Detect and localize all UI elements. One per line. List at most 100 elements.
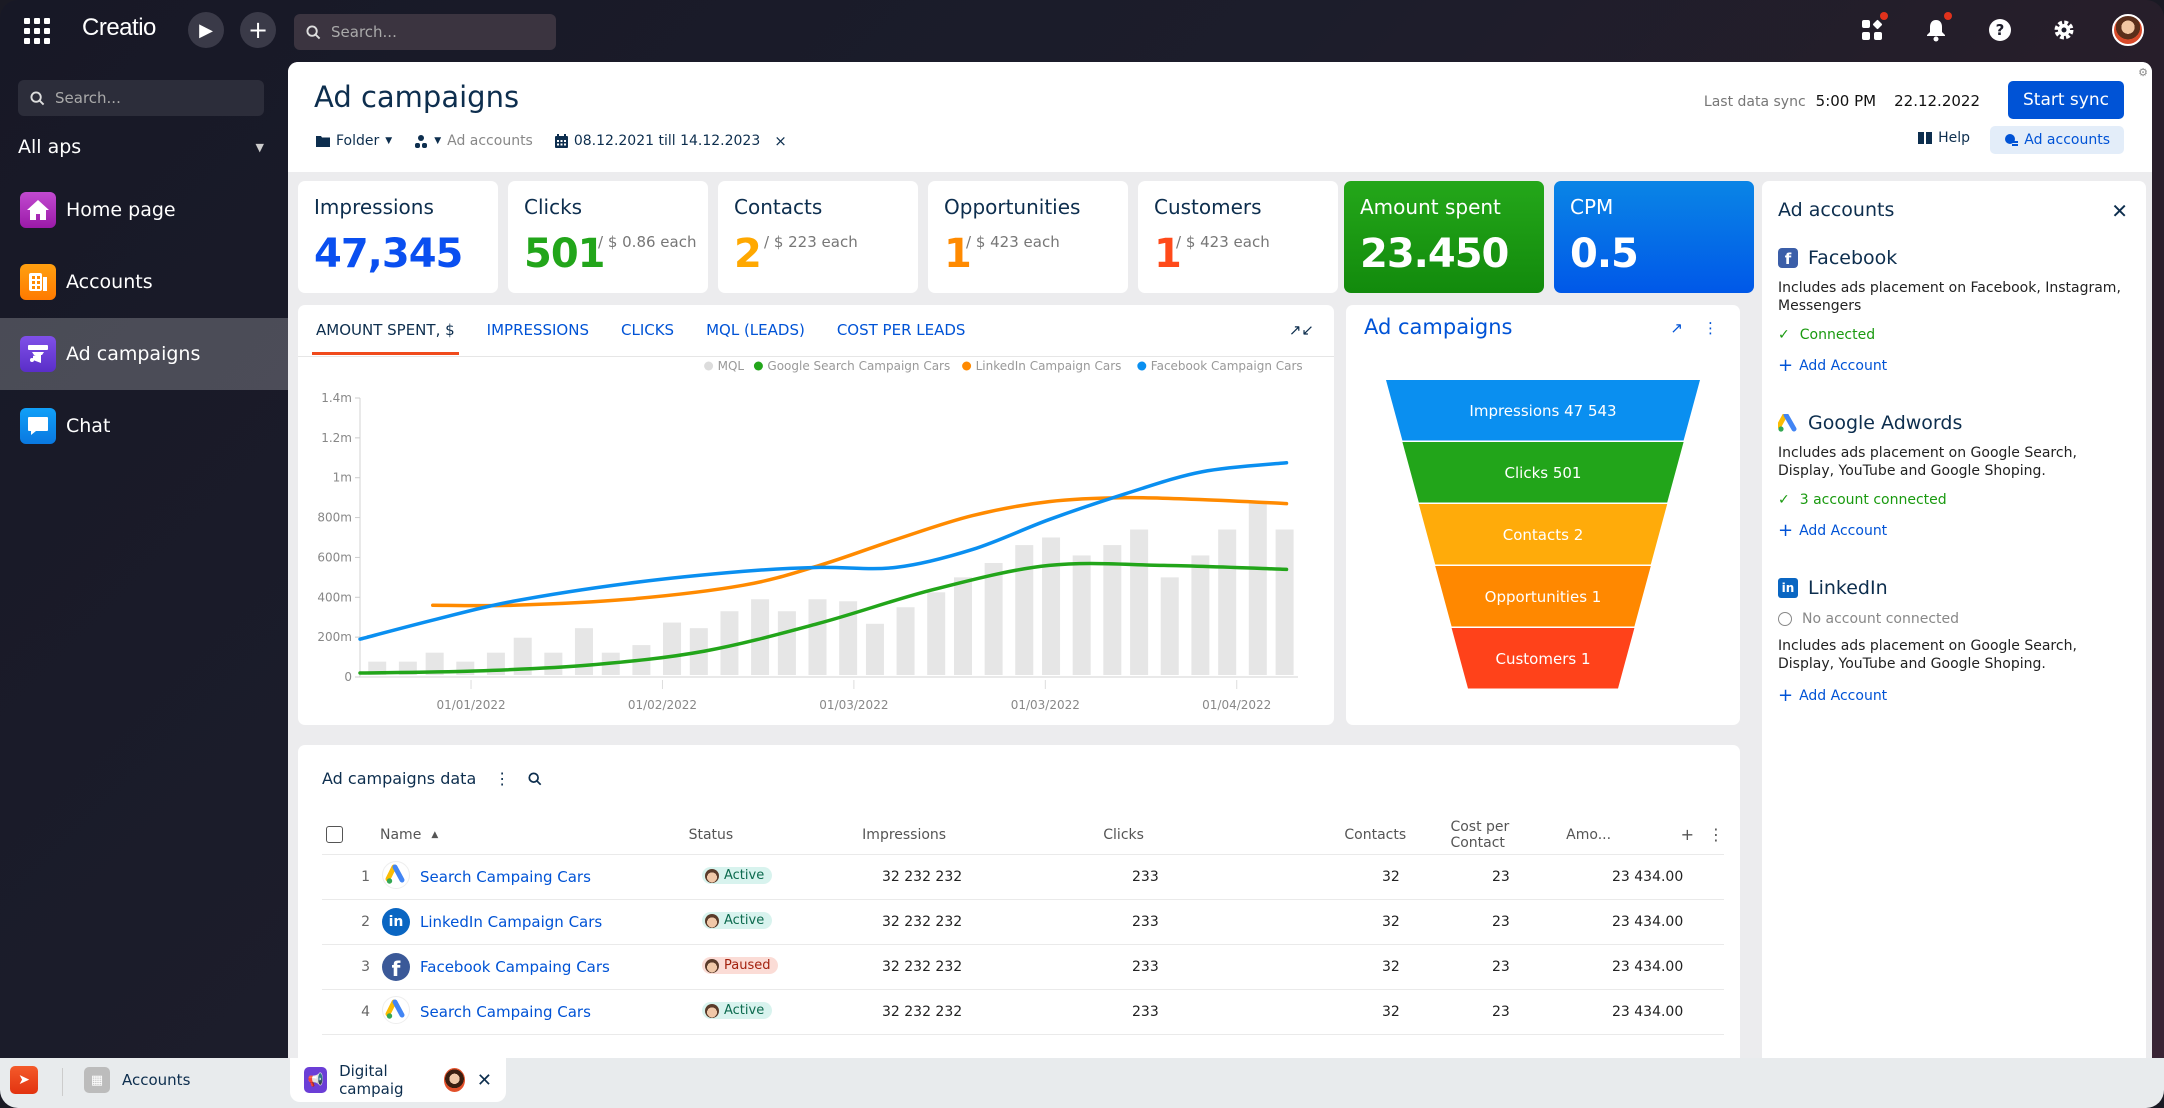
user-avatar[interactable] [2112, 14, 2144, 46]
funnel-stage-clicks-label: Clicks 501 [1505, 464, 1582, 482]
help-button[interactable]: ? [1984, 14, 2016, 46]
ad-campaigns-data-card: Ad campaigns data ⋮ Name ▲ Status Impress… [298, 745, 1740, 1058]
calendar-icon [554, 134, 568, 148]
close-icon[interactable]: ✕ [2111, 199, 2128, 223]
ad-accounts-button[interactable]: Ad accounts [1990, 126, 2124, 154]
kpi-contacts: Contacts 2 / $ 223 each [718, 181, 918, 293]
table-row[interactable]: 1 Search Campaing Cars Active 32 232 232 233… [322, 855, 1724, 900]
expand-icon[interactable]: ↗ [1670, 319, 1683, 337]
y-tick-label: 1m [333, 471, 352, 485]
add-account-button[interactable]: + Add Account [1778, 355, 2130, 376]
expand-icon[interactable]: ↗↙ [1289, 321, 1314, 339]
amount-spent-line-chart: 0 200m 400m 600m 800m 1m 1.2m 1.4m 01/01/2022 01/… [317, 360, 1302, 712]
y-tick-label: 1.2m [321, 431, 352, 445]
global-search[interactable] [294, 14, 556, 50]
ad-accounts-filter[interactable]: ▼ Ad accounts [414, 133, 533, 149]
campaign-name-link[interactable]: Search Campaing Cars [420, 868, 591, 886]
book-icon [1918, 132, 1933, 144]
plus-icon: + [1778, 520, 1794, 541]
page-settings-icon[interactable]: ⚙ [2138, 66, 2148, 79]
impressions-cell: 32 232 232 [882, 1004, 963, 1020]
taskbar-tab-accounts[interactable]: ▦ Accounts [70, 1058, 204, 1102]
more-options-icon[interactable]: ⋮ [1703, 319, 1718, 337]
folder-filter[interactable]: Folder ▼ [316, 133, 392, 149]
column-status[interactable]: Status [689, 827, 863, 843]
column-name[interactable]: Name ▲ [380, 827, 689, 843]
amount-cell: 23 434.00 [1612, 914, 1684, 930]
chart-tabs: AMOUNT SPENT, $ IMPRESSIONS CLICKS MQL (… [312, 305, 966, 355]
clear-date-icon[interactable]: × [774, 132, 787, 150]
column-cost-per-contact[interactable]: Cost per Contact [1450, 819, 1566, 851]
tab-cost-per-leads[interactable]: COST PER LEADS [837, 305, 966, 355]
all-apps-dropdown[interactable]: All aps ▼ [18, 136, 264, 158]
status-text: Active [724, 913, 765, 929]
kpi-title: CPM [1570, 195, 1614, 219]
sidebar-item-home-page[interactable]: Home page [0, 174, 288, 246]
sidebar-search-input[interactable] [55, 89, 245, 107]
kpi-sub: / $ 223 each [764, 233, 858, 251]
clicks-cell: 233 [1132, 959, 1159, 975]
add-account-button[interactable]: + Add Account [1778, 520, 2130, 541]
row-number: 1 [361, 869, 370, 885]
settings-button[interactable] [2048, 14, 2080, 46]
kpi-cpm: CPM 0.5 [1554, 181, 1754, 293]
more-options-icon[interactable]: ⋮ [494, 769, 510, 788]
add-column-icon[interactable]: + [1681, 825, 1694, 844]
column-clicks[interactable]: Clicks [1103, 827, 1344, 843]
ad-accounts-panel: Ad accounts ✕ f Facebook Includes ads pla… [1762, 181, 2146, 1058]
legend-google-search-label: Google Search Campaign Cars [767, 360, 950, 373]
table-row[interactable]: 3 f Facebook Campaing Cars Paused 32 232 232… [322, 945, 1724, 990]
gear-icon [2054, 20, 2074, 40]
add-account-button[interactable]: + Add Account [1778, 685, 2130, 706]
x-tick-label: 01/04/2022 [1202, 698, 1271, 712]
tab-clicks[interactable]: CLICKS [621, 305, 674, 355]
kpi-value: 501 [524, 231, 605, 277]
run-process-button[interactable]: ▶ [188, 12, 224, 48]
search-icon[interactable] [528, 771, 542, 786]
creatio-logo: Creatio [82, 14, 156, 41]
ad-account-name: Google Adwords [1808, 412, 1963, 434]
column-amount[interactable]: Amo... [1566, 827, 1662, 843]
campaign-name-link[interactable]: Facebook Campaing Cars [420, 958, 610, 976]
megaphone-icon [20, 336, 56, 372]
sidebar-search[interactable] [18, 80, 264, 116]
notification-dot [1880, 12, 1888, 20]
sidebar-item-chat[interactable]: Chat [0, 390, 288, 462]
more-options-icon[interactable]: ⋮ [1708, 825, 1724, 844]
creatio-home-icon[interactable]: ➤ [10, 1066, 38, 1094]
campaign-name-link[interactable]: Search Campaing Cars [420, 1003, 591, 1021]
global-search-input[interactable] [331, 23, 531, 41]
app-switcher-button[interactable] [1856, 12, 1888, 46]
column-impressions[interactable]: Impressions [862, 827, 1103, 843]
tab-impressions[interactable]: IMPRESSIONS [487, 305, 589, 355]
mql-bar [544, 652, 563, 675]
close-tab-icon[interactable]: ✕ [477, 1070, 492, 1091]
add-button[interactable]: + [240, 12, 276, 48]
table-row[interactable]: 2 in LinkedIn Campaign Cars Active 32 232 23… [322, 900, 1724, 945]
start-sync-button[interactable]: Start sync [2008, 81, 2124, 119]
status-text: Paused [724, 958, 771, 974]
tab-mql-leads[interactable]: MQL (LEADS) [706, 305, 805, 355]
notifications-button[interactable] [1920, 12, 1952, 46]
tab-amount-spent[interactable]: AMOUNT SPENT, $ [312, 305, 459, 355]
sidebar-item-ad-campaigns[interactable]: Ad campaigns [0, 318, 288, 390]
table-row[interactable]: 4 Search Campaing Cars Active 32 232 232 233… [322, 990, 1724, 1035]
help-button[interactable]: Help [1918, 130, 1970, 146]
date-range-filter[interactable]: 08.12.2021 till 14.12.2023 × [554, 132, 787, 150]
select-all-checkbox[interactable] [326, 826, 343, 843]
campaign-name-link[interactable]: LinkedIn Campaign Cars [420, 913, 602, 931]
kpi-value: 2 [734, 231, 762, 277]
taskbar-tab-digital-campaign[interactable]: 📢 Digital campaig ✕ [290, 1058, 506, 1102]
kpi-sub: / $ 423 each [966, 233, 1060, 251]
google-ads-icon [1778, 414, 1797, 432]
kpi-sub: / $ 423 each [1176, 233, 1270, 251]
mql-bar [1275, 529, 1294, 675]
row-number: 4 [361, 1004, 370, 1020]
amount-cell: 23 434.00 [1612, 959, 1684, 975]
column-contacts[interactable]: Contacts [1344, 827, 1450, 843]
y-tick-label: 800m [317, 511, 352, 525]
y-tick-label: 400m [317, 590, 352, 604]
sidebar-item-accounts[interactable]: Accounts [0, 246, 288, 318]
apps-grid-icon[interactable] [24, 18, 50, 44]
x-tick-label: 01/01/2022 [436, 698, 505, 712]
